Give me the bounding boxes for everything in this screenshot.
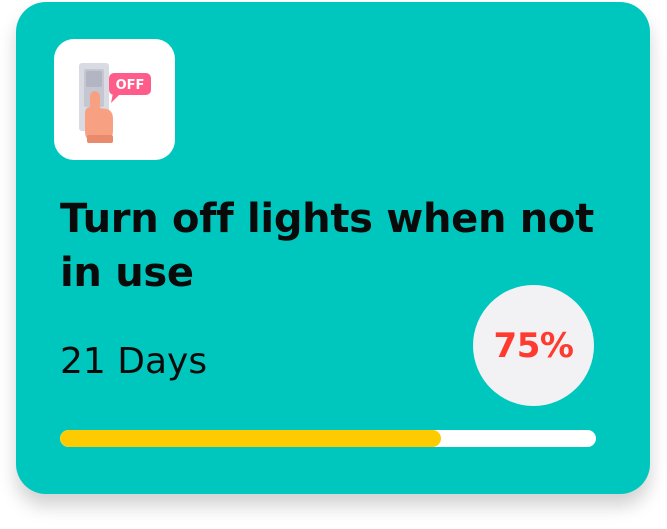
progress-percent-text: 75%	[493, 325, 574, 366]
progress-bar	[60, 430, 596, 447]
challenge-duration: 21 Days	[60, 341, 208, 382]
challenge-title: Turn off lights when not in use	[60, 196, 594, 296]
progress-percent-badge: 75%	[473, 285, 594, 406]
svg-text:OFF: OFF	[116, 78, 145, 93]
challenge-card[interactable]: OFF Turn off lights when not in use 21 D…	[16, 2, 650, 494]
light-switch-off-icon: OFF	[79, 63, 151, 143]
progress-bar-fill	[60, 430, 441, 447]
icon-tile: OFF	[54, 39, 175, 160]
